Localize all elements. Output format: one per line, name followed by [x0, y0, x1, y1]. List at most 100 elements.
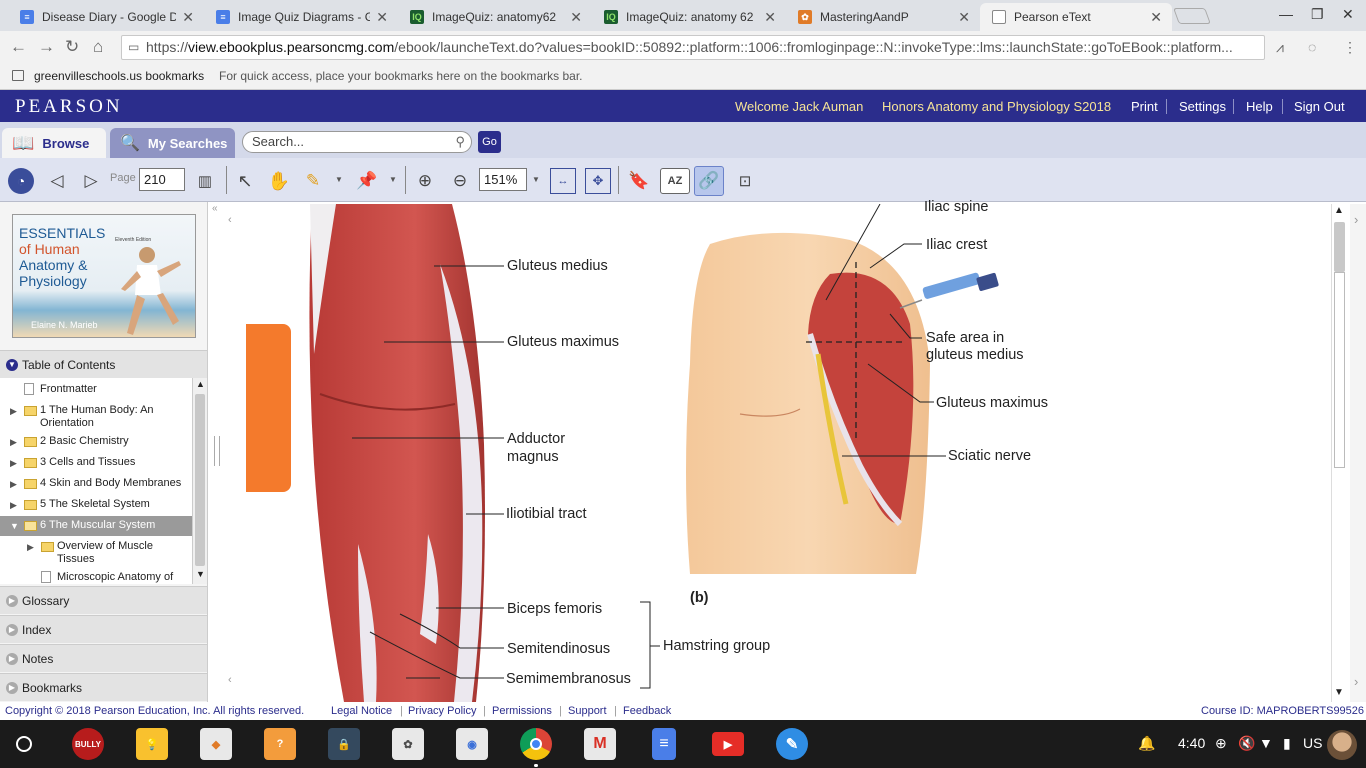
zoom-in-icon[interactable]: ⊕: [412, 168, 438, 194]
zoom-out-icon[interactable]: ⊖: [447, 168, 473, 194]
expand-arrow-icon[interactable]: ▶: [27, 542, 34, 553]
wifi-icon[interactable]: ▼: [1259, 735, 1273, 751]
notification-icon[interactable]: 🔔: [1138, 735, 1155, 752]
gmail-app-icon[interactable]: M: [584, 728, 616, 760]
notes-section[interactable]: ▶ Notes: [0, 644, 207, 672]
print-link[interactable]: Print: [1131, 99, 1158, 114]
bookmark-icon[interactable]: 🔖: [626, 168, 652, 194]
collapse-arrow-icon[interactable]: ▼: [10, 521, 19, 531]
chevron-left-icon[interactable]: ‹: [228, 214, 232, 226]
scroll-thumb[interactable]: [195, 394, 205, 566]
scroll-up-icon[interactable]: ▲: [196, 379, 205, 389]
feedback-link[interactable]: Feedback: [623, 702, 671, 720]
sign-out-link[interactable]: Sign Out: [1294, 99, 1345, 114]
course-link[interactable]: Honors Anatomy and Physiology S2018: [882, 99, 1111, 114]
scroll-up-icon[interactable]: ▲: [1334, 205, 1344, 216]
new-tab-button[interactable]: [1173, 8, 1211, 24]
bully-app-icon[interactable]: BULLY: [72, 728, 104, 760]
hand-icon[interactable]: ✋: [266, 168, 292, 194]
panel-splitter[interactable]: [214, 436, 220, 466]
bulb-app-icon[interactable]: 💡: [136, 728, 168, 760]
clock-text[interactable]: 4:40: [1178, 735, 1205, 751]
close-tab-icon[interactable]: ✕: [764, 9, 776, 26]
minimize-icon[interactable]: —: [1279, 6, 1293, 22]
bookmarks-section[interactable]: ▶ Bookmarks: [0, 673, 207, 701]
previous-page-icon[interactable]: ◁: [44, 168, 70, 194]
contents-icon[interactable]: ◔: [8, 168, 34, 194]
youtube-app-icon[interactable]: ▶: [712, 732, 744, 756]
toc-scrollbar[interactable]: ▲ ▼: [192, 378, 207, 584]
avatar[interactable]: [1327, 730, 1357, 760]
glossary-az-icon[interactable]: AZ: [660, 168, 690, 194]
toc-item-chapter-1[interactable]: 1 The Human Body: An Orientation: [40, 404, 154, 430]
chevron-left-icon[interactable]: ‹: [228, 674, 232, 686]
launcher-icon[interactable]: [16, 736, 32, 752]
close-tab-icon[interactable]: ✕: [1150, 9, 1162, 26]
link-icon[interactable]: 🔗: [694, 166, 724, 196]
go-button[interactable]: Go: [478, 131, 501, 153]
content-scrollbar[interactable]: ▲ ▼: [1331, 204, 1346, 702]
close-tab-icon[interactable]: ✕: [182, 9, 194, 26]
chevron-down-icon[interactable]: ▼: [335, 175, 343, 184]
toc-item-chapter-4[interactable]: 4 Skin and Body Membranes: [40, 477, 181, 490]
lock-app-icon[interactable]: 🔒: [328, 728, 360, 760]
battery-icon[interactable]: ▮: [1283, 735, 1291, 752]
expand-arrow-icon[interactable]: ▶: [10, 437, 17, 448]
forward-icon[interactable]: →: [38, 37, 55, 57]
browser-tab-active[interactable]: Pearson eText ✕: [980, 3, 1172, 31]
page-number-input[interactable]: 210: [139, 168, 185, 191]
search-icon[interactable]: ⚲: [455, 132, 465, 152]
pushpin-icon[interactable]: 📌: [354, 168, 380, 194]
app-icon[interactable]: ◆: [200, 728, 232, 760]
mute-icon[interactable]: 🔇: [1238, 735, 1255, 752]
next-page-strip[interactable]: › ›: [1350, 204, 1366, 702]
home-icon[interactable]: ⌂: [93, 37, 103, 57]
url-bar[interactable]: ▭ https://view.ebookplus.pearsoncmg.com/…: [121, 35, 1265, 60]
maximize-icon[interactable]: ❐: [1311, 6, 1324, 23]
index-section[interactable]: ▶ Index: [0, 615, 207, 643]
zoom-level-input[interactable]: 151%: [479, 168, 527, 191]
two-page-icon[interactable]: ▥: [192, 168, 218, 194]
expand-arrow-icon[interactable]: ▶: [10, 406, 17, 417]
glossary-section[interactable]: ▶ Glossary: [0, 586, 207, 614]
close-tab-icon[interactable]: ✕: [958, 9, 970, 26]
scroll-thumb[interactable]: [1334, 222, 1345, 272]
toc-item-frontmatter[interactable]: Frontmatter: [40, 383, 97, 396]
legal-notice-link[interactable]: Legal Notice: [331, 702, 392, 720]
toc-item-chapter-2[interactable]: 2 Basic Chemistry: [40, 435, 129, 448]
toc-item-microscopic[interactable]: Microscopic Anatomy of: [57, 571, 173, 584]
collapse-panel-icon[interactable]: «: [212, 203, 218, 214]
apps-icon[interactable]: [12, 70, 24, 81]
book-cover[interactable]: ESSENTIALS of Human Anatomy & Physiology…: [12, 214, 196, 338]
expand-arrow-icon[interactable]: ▶: [10, 458, 17, 469]
pen-app-icon[interactable]: ✎: [776, 728, 808, 760]
chevron-right-icon[interactable]: ›: [1354, 674, 1358, 689]
browser-tab[interactable]: ✿ MasteringAandP ✕: [786, 3, 980, 31]
chrome-app-icon[interactable]: [520, 728, 552, 760]
browser-tab[interactable]: ≡ Disease Diary - Google D ✕: [8, 3, 204, 31]
toc-item-overview[interactable]: Overview of Muscle Tissues: [57, 540, 153, 566]
menu-icon[interactable]: ⋮: [1343, 39, 1357, 56]
close-tab-icon[interactable]: ✕: [570, 9, 582, 26]
browser-tab[interactable]: ≡ Image Quiz Diagrams - G ✕: [204, 3, 398, 31]
scroll-down-icon[interactable]: ▼: [196, 569, 205, 579]
close-tab-icon[interactable]: ✕: [376, 9, 388, 26]
toc-item-chapter-5[interactable]: 5 The Skeletal System: [40, 498, 150, 511]
reload-icon[interactable]: ↻: [65, 37, 79, 57]
expand-arrow-icon[interactable]: ▶: [10, 500, 17, 511]
help-link[interactable]: Help: [1246, 99, 1273, 114]
expand-arrow-icon[interactable]: ▶: [10, 479, 17, 490]
settings-link[interactable]: Settings: [1179, 99, 1226, 114]
chevron-down-icon[interactable]: ▼: [532, 175, 540, 184]
toc-item-chapter-6[interactable]: 6 The Muscular System: [40, 519, 155, 532]
chevron-down-icon[interactable]: ▼: [389, 175, 397, 184]
tree-app-icon[interactable]: ✿: [392, 728, 424, 760]
toc-header[interactable]: ▼ Table of Contents: [0, 350, 207, 378]
scroll-track[interactable]: [1334, 272, 1345, 468]
language-text[interactable]: US: [1303, 735, 1322, 751]
toc-item-chapter-3[interactable]: 3 Cells and Tissues: [40, 456, 135, 469]
fit-page-icon[interactable]: ✥: [585, 168, 611, 194]
bookmarks-folder[interactable]: greenvilleschools.us bookmarks: [34, 64, 204, 88]
privacy-policy-link[interactable]: Privacy Policy: [408, 702, 476, 720]
chevron-right-icon[interactable]: ›: [1354, 212, 1358, 227]
